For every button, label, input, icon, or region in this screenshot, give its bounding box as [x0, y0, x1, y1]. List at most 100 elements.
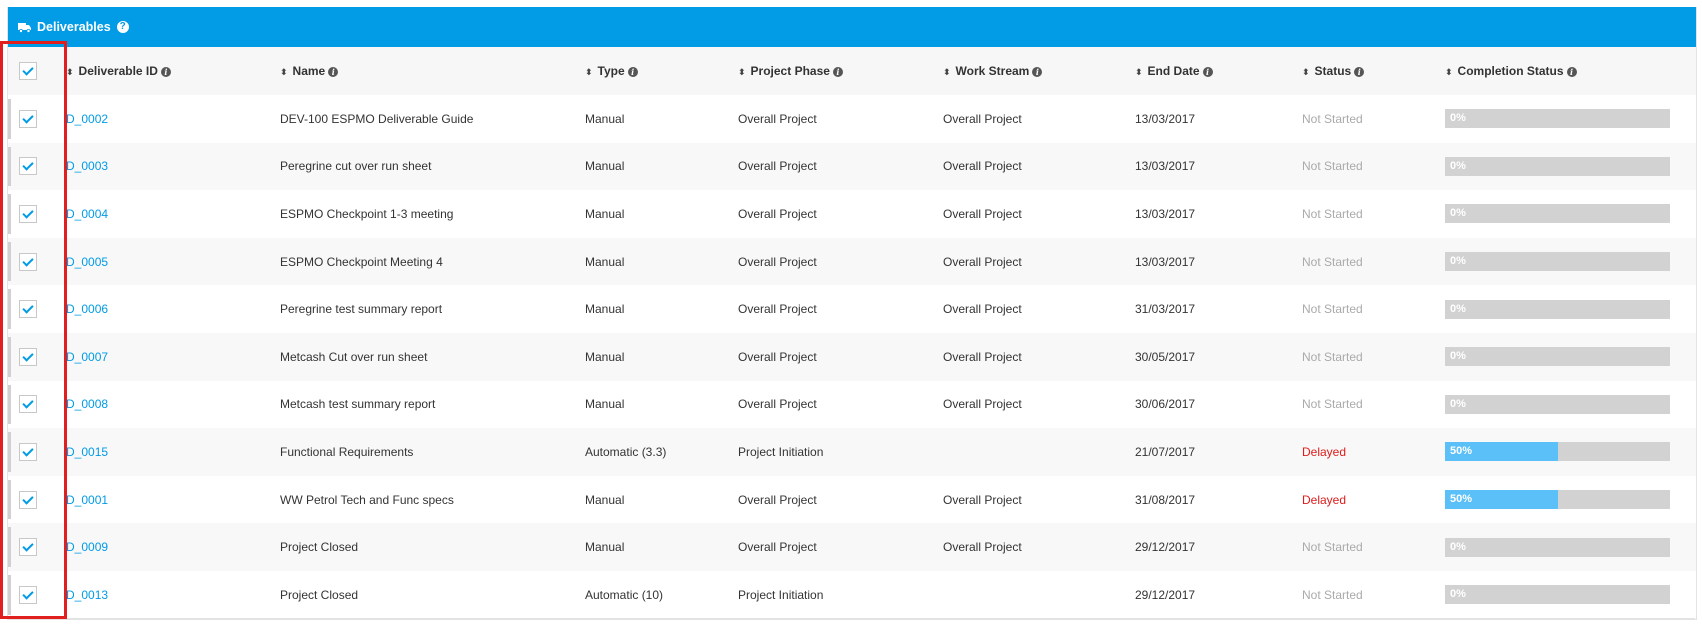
- column-header-name[interactable]: ⬍ Name i: [280, 47, 585, 95]
- status-cell: Not Started: [1302, 95, 1445, 143]
- table-row[interactable]: D_0005 ESPMO Checkpoint Meeting 4 Manual…: [8, 237, 1696, 286]
- deliverable-id-link[interactable]: D_0001: [66, 493, 108, 507]
- table-row[interactable]: D_0003 Peregrine cut over run sheet Manu…: [8, 142, 1696, 191]
- info-icon[interactable]: i: [1202, 66, 1213, 77]
- table-row[interactable]: D_0001 WW Petrol Tech and Func specs Man…: [8, 475, 1696, 524]
- row-checkbox[interactable]: [19, 300, 37, 319]
- row-select-cell: [8, 238, 66, 286]
- name-cell: Metcash Cut over run sheet: [280, 349, 428, 364]
- table-row[interactable]: D_0009 Project Closed Manual Overall Pro…: [8, 523, 1696, 571]
- row-checkbox[interactable]: [19, 109, 37, 128]
- name-cell: Functional Requirements: [280, 444, 414, 459]
- status-cell: Delayed: [1302, 428, 1445, 476]
- info-icon[interactable]: i: [627, 66, 638, 77]
- completion-label: 0%: [1450, 255, 1466, 268]
- row-checkbox[interactable]: [19, 538, 37, 557]
- completion-cell: 0%: [1445, 333, 1696, 381]
- row-checkbox[interactable]: [19, 204, 37, 223]
- completion-bar: 50%: [1445, 490, 1670, 510]
- sort-icon: ⬍: [1302, 67, 1310, 77]
- table-row[interactable]: D_0002 DEV-100 ESPMO Deliverable Guide M…: [8, 95, 1696, 143]
- info-icon[interactable]: i: [832, 66, 843, 77]
- completion-bar: 0%: [1445, 394, 1670, 414]
- work-stream-cell: Overall Project: [943, 302, 1022, 317]
- column-header-type[interactable]: ⬍ Type i: [585, 47, 738, 95]
- status-cell: Not Started: [1302, 143, 1445, 191]
- completion-cell: 50%: [1445, 428, 1696, 476]
- deliverable-id-link[interactable]: D_0004: [66, 207, 108, 221]
- deliverable-id-link[interactable]: D_0013: [66, 588, 108, 602]
- completion-bar: 0%: [1445, 204, 1670, 224]
- completion-bar: 0%: [1445, 156, 1670, 176]
- name-cell: Peregrine test summary report: [280, 302, 443, 317]
- row-select-cell: [8, 143, 66, 191]
- table-row[interactable]: D_0008 Metcash test summary report Manua…: [8, 380, 1696, 429]
- deliverable-id-cell: D_0007: [66, 333, 280, 381]
- row-checkbox[interactable]: [19, 395, 37, 414]
- deliverable-id-link[interactable]: D_0005: [66, 255, 108, 269]
- name-cell: WW Petrol Tech and Func specs: [280, 492, 454, 507]
- name-cell: ESPMO Checkpoint Meeting 4: [280, 254, 443, 269]
- info-icon[interactable]: i: [1354, 66, 1365, 77]
- table-row[interactable]: D_0006 Peregrine test summary report Man…: [8, 285, 1696, 333]
- select-all-checkbox[interactable]: [19, 62, 37, 80]
- deliverable-id-link[interactable]: D_0007: [66, 350, 108, 364]
- row-checkbox[interactable]: [19, 585, 37, 604]
- type-cell: Automatic (3.3): [585, 444, 667, 459]
- row-checkbox[interactable]: [19, 347, 37, 366]
- project-phase-cell: Project Initiation: [738, 444, 824, 459]
- deliverable-id-cell: D_0003: [66, 143, 280, 191]
- panel-header: Deliverables ?: [8, 7, 1696, 47]
- completion-label: 0%: [1450, 540, 1466, 553]
- row-checkbox[interactable]: [19, 252, 37, 271]
- completion-bar: 0%: [1445, 537, 1670, 557]
- row-select-cell: [8, 476, 66, 524]
- status-text: Delayed: [1302, 492, 1347, 507]
- info-icon[interactable]: i: [328, 66, 339, 77]
- table-row[interactable]: D_0004 ESPMO Checkpoint 1-3 meeting Manu…: [8, 190, 1696, 238]
- completion-label: 50%: [1450, 493, 1473, 506]
- name-cell: Project Closed: [280, 587, 359, 602]
- work-stream-cell: Overall Project: [943, 159, 1022, 174]
- row-checkbox[interactable]: [19, 490, 37, 509]
- column-header-end-date[interactable]: ⬍ End Date i: [1135, 47, 1302, 95]
- name-cell: ESPMO Checkpoint 1-3 meeting: [280, 206, 454, 221]
- info-icon[interactable]: i: [1566, 66, 1577, 77]
- deliverable-id-link[interactable]: D_0015: [66, 445, 108, 459]
- end-date-cell: 13/03/2017: [1135, 159, 1196, 174]
- help-icon[interactable]: ?: [116, 21, 129, 33]
- status-text: Delayed: [1302, 444, 1347, 459]
- row-select-cell: [8, 333, 66, 381]
- column-header-deliverable-id[interactable]: ⬍ Deliverable ID i: [66, 47, 280, 95]
- table-row[interactable]: D_0015 Functional Requirements Automatic…: [8, 428, 1696, 476]
- info-icon[interactable]: i: [1032, 66, 1043, 77]
- deliverable-id-link[interactable]: D_0008: [66, 397, 108, 411]
- deliverable-id-link[interactable]: D_0006: [66, 302, 108, 316]
- table-row[interactable]: D_0013 Project Closed Automatic (10) Pro…: [8, 570, 1696, 619]
- column-header-work-stream[interactable]: ⬍ Work Stream i: [943, 47, 1135, 95]
- column-header-completion-status[interactable]: ⬍ Completion Status i: [1445, 47, 1696, 95]
- completion-cell: 50%: [1445, 476, 1696, 524]
- table-bottom-border: [7, 618, 1695, 619]
- table-row[interactable]: D_0007 Metcash Cut over run sheet Manual…: [8, 332, 1696, 381]
- status-text: Not Started: [1302, 397, 1363, 412]
- deliverable-id-cell: D_0004: [66, 190, 280, 238]
- panel-title: Deliverables: [37, 20, 111, 34]
- info-icon[interactable]: i: [160, 66, 171, 77]
- completion-bar: 50%: [1445, 442, 1670, 462]
- status-cell: Not Started: [1302, 333, 1445, 381]
- deliverable-id-cell: D_0013: [66, 571, 280, 619]
- name-cell: DEV-100 ESPMO Deliverable Guide: [280, 111, 474, 126]
- column-header-project-phase[interactable]: ⬍ Project Phase i: [738, 47, 943, 95]
- deliverable-id-link[interactable]: D_0009: [66, 540, 108, 554]
- work-stream-cell: Overall Project: [943, 397, 1022, 412]
- deliverable-id-link[interactable]: D_0003: [66, 159, 108, 173]
- column-label: Status: [1314, 64, 1352, 78]
- status-cell: Not Started: [1302, 381, 1445, 429]
- row-checkbox[interactable]: [19, 442, 37, 461]
- completion-cell: 0%: [1445, 381, 1696, 429]
- row-checkbox[interactable]: [19, 157, 37, 176]
- row-select-cell: [8, 523, 66, 571]
- deliverable-id-link[interactable]: D_0002: [66, 112, 108, 126]
- column-header-status[interactable]: ⬍ Status i: [1302, 47, 1445, 95]
